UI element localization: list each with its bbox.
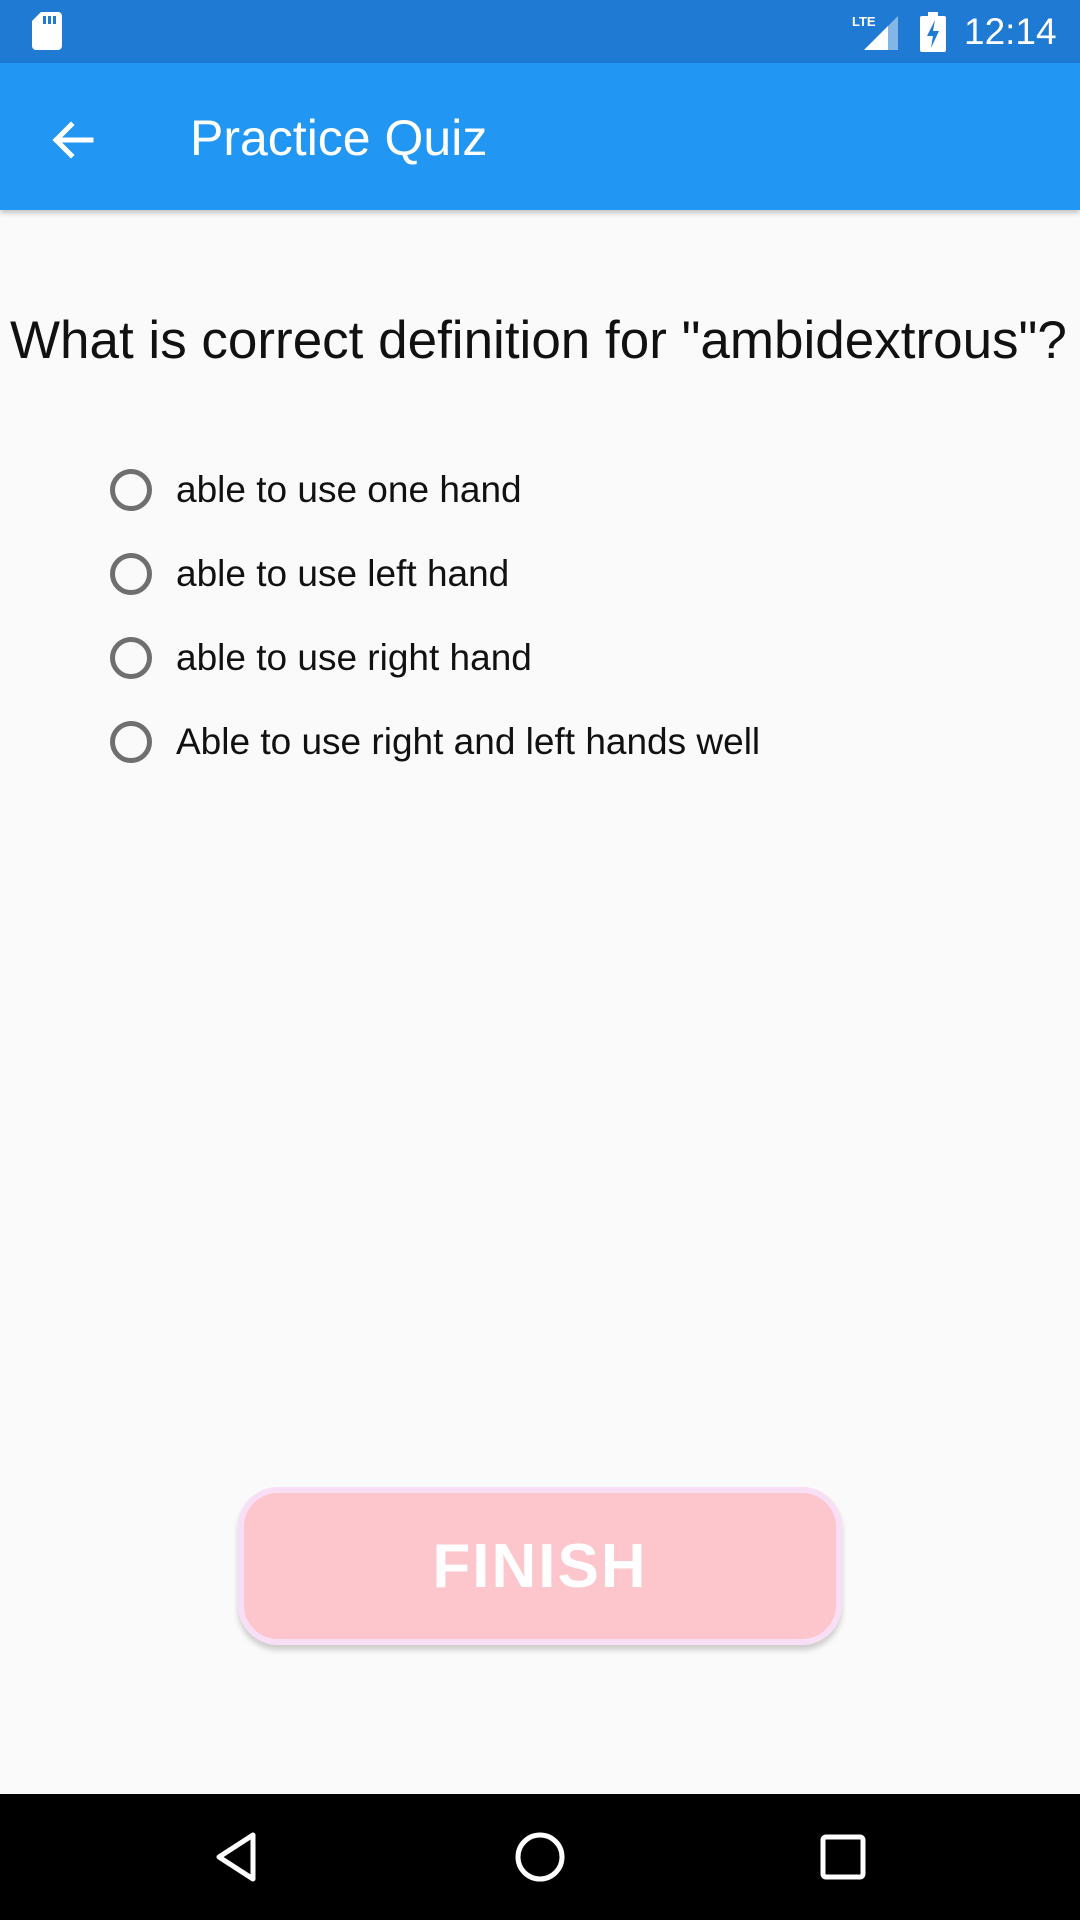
- answer-options: able to use one hand able to use left ha…: [110, 448, 760, 784]
- sd-card-icon: [32, 12, 62, 50]
- home-circle-icon[interactable]: [510, 1827, 570, 1887]
- radio-button[interactable]: [110, 469, 152, 511]
- option-label: able to use one hand: [176, 469, 522, 510]
- status-time: 12:14: [964, 11, 1057, 52]
- radio-button[interactable]: [110, 721, 152, 763]
- option-label: able to use right hand: [176, 637, 532, 678]
- svg-text:LTE: LTE: [852, 14, 876, 29]
- arrow-back-icon: [52, 121, 94, 159]
- back-triangle-icon[interactable]: [207, 1827, 267, 1887]
- status-bar: LTE 12:14: [0, 0, 1080, 63]
- quiz-question: What is correct definition for "ambidext…: [10, 311, 1067, 370]
- option-left-hand[interactable]: able to use left hand: [110, 532, 760, 616]
- navigation-bar: [0, 1794, 1080, 1920]
- radio-button[interactable]: [110, 553, 152, 595]
- option-both-hands[interactable]: Able to use right and left hands well: [110, 700, 760, 784]
- recents-square-icon[interactable]: [813, 1827, 873, 1887]
- battery-charging-icon: [920, 12, 946, 52]
- option-label: able to use left hand: [176, 553, 510, 594]
- finish-label: FINISH: [432, 1531, 648, 1601]
- back-button[interactable]: [36, 103, 110, 177]
- radio-button[interactable]: [110, 637, 152, 679]
- option-label: Able to use right and left hands well: [176, 721, 761, 762]
- option-right-hand[interactable]: able to use right hand: [110, 616, 760, 700]
- page-title: Practice Quiz: [190, 110, 488, 166]
- finish-button[interactable]: FINISH: [238, 1487, 842, 1645]
- lte-signal-icon: LTE: [852, 14, 898, 50]
- app-bar: Practice Quiz: [0, 63, 1080, 210]
- option-one-hand[interactable]: able to use one hand: [110, 448, 760, 532]
